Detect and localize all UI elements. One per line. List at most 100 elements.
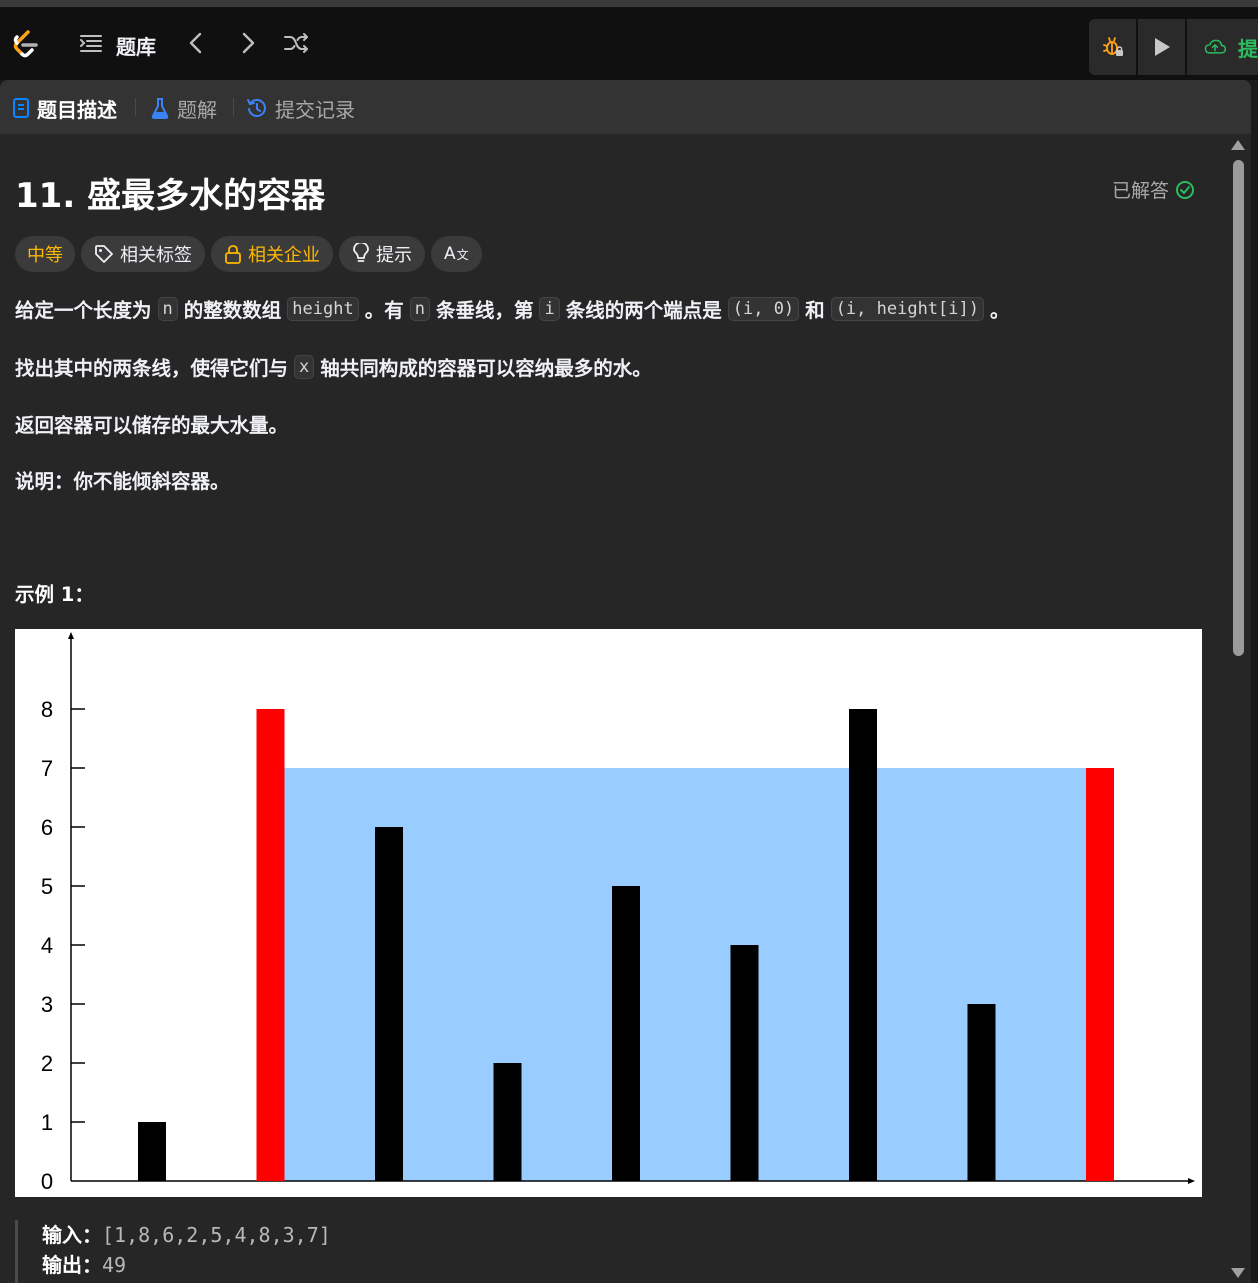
problem-tags: 中等 相关标签 相关企业 提示 A 文	[15, 236, 482, 272]
debug-icon	[1102, 37, 1123, 56]
inline-code: i	[539, 296, 560, 321]
tab-solutions-label: 题解	[177, 97, 217, 122]
y-tick-label: 3	[41, 992, 53, 1017]
translate-icon-glyph: 文	[456, 247, 469, 262]
desc-text: 。有	[364, 299, 404, 322]
desc-text: 条线的两个端点是	[565, 299, 722, 322]
shuffle-icon[interactable]	[282, 29, 310, 57]
window-top-strip	[0, 0, 1258, 7]
y-tick-label: 0	[41, 1169, 53, 1194]
highlighted-bar	[1086, 768, 1114, 1181]
flask-icon	[151, 98, 169, 119]
description-icon	[13, 98, 29, 118]
desc-text: 。	[989, 299, 1010, 322]
output-label: 输出：	[42, 1253, 102, 1277]
tab-description-label: 题目描述	[37, 97, 117, 122]
desc-text: 找出其中的两条线，使得它们与	[15, 357, 289, 380]
note-label: 说明：	[15, 470, 74, 493]
container-chart-svg: 0 1 2 3 4 5 6 7 8	[41, 632, 1195, 1194]
translate-icon: A	[444, 244, 456, 264]
lock-icon	[225, 245, 241, 264]
run-submit-group: 提	[1089, 19, 1258, 75]
y-tick-label: 2	[41, 1051, 53, 1076]
bar	[493, 1063, 522, 1181]
leetcode-logo[interactable]	[8, 27, 42, 61]
desc-text: 条垂线，第	[435, 299, 534, 322]
desc-text: 给定一个长度为	[15, 299, 152, 322]
desc-text: 轴共同构成的容器可以容纳最多的水。	[320, 357, 652, 380]
run-button[interactable]	[1138, 19, 1185, 75]
bar	[612, 886, 640, 1181]
hints-button[interactable]: 提示	[339, 236, 425, 272]
tag-icon	[95, 245, 113, 263]
desc-text: 和	[805, 299, 825, 322]
inline-code: height	[287, 296, 359, 321]
input-label: 输入：	[42, 1223, 102, 1247]
hints-label: 提示	[376, 245, 412, 266]
lightbulb-icon	[353, 243, 369, 262]
note-text: 你不能倾斜容器。	[73, 470, 230, 493]
problem-title: 11. 盛最多水的容器	[15, 176, 326, 216]
tab-divider	[135, 98, 136, 116]
top-navbar: 题库 提	[0, 7, 1258, 80]
example-chart: 0 1 2 3 4 5 6 7 8	[15, 629, 1202, 1197]
x-axis-arrow	[1188, 1178, 1195, 1184]
tab-submissions[interactable]: 提交记录	[246, 94, 355, 122]
chevron-right-icon[interactable]	[236, 29, 260, 57]
difficulty-badge: 中等	[15, 236, 75, 272]
solved-label: 已解答	[1112, 180, 1170, 202]
tab-description[interactable]: 题目描述	[12, 94, 117, 122]
description-paragraph-1: 给定一个长度为 n 的整数数组 height 。有 n 条垂线，第 i 条线的两…	[15, 294, 1010, 323]
topics-tag-label: 相关标签	[120, 245, 192, 266]
bar	[730, 945, 759, 1181]
y-tick-label: 8	[41, 697, 53, 722]
solved-status: 已解答	[1112, 176, 1195, 203]
panel-edge	[1251, 80, 1258, 1283]
description-note: 说明： 你不能倾斜容器。	[15, 465, 230, 494]
history-icon	[247, 99, 266, 117]
description-paragraph-3: 返回容器可以储存的最大水量。	[15, 414, 289, 437]
inline-code: x	[294, 354, 315, 379]
description-panel: 题目描述 题解 提交记录 11. 盛最多水的容器 已解答 中等 相关标签 相关企…	[0, 80, 1251, 1283]
list-icon[interactable]	[78, 29, 104, 57]
example-io-block: 输入：[1,8,6,2,5,4,8,3,7] 输出：49	[15, 1220, 1202, 1283]
scroll-up-arrow[interactable]	[1231, 140, 1245, 150]
cloud-upload-icon	[1204, 39, 1226, 54]
debug-button[interactable]	[1089, 19, 1136, 75]
bar	[849, 709, 877, 1181]
example-input: 输入：[1,8,6,2,5,4,8,3,7]	[42, 1220, 1202, 1250]
chevron-left-icon[interactable]	[184, 29, 208, 57]
example-output: 输出：49	[42, 1250, 1202, 1280]
companies-tag-button[interactable]: 相关企业	[211, 236, 333, 272]
scrollbar-thumb[interactable]	[1233, 160, 1244, 656]
inline-code: n	[409, 296, 430, 321]
y-tick-label: 5	[41, 874, 53, 899]
problem-list-link[interactable]: 题库	[116, 31, 156, 60]
tab-submissions-label: 提交记录	[275, 97, 355, 122]
inline-code: n	[157, 296, 178, 321]
tab-solutions[interactable]: 题解	[150, 94, 217, 122]
translate-button[interactable]: A文	[431, 236, 482, 272]
play-icon	[1154, 38, 1170, 56]
description-paragraph-2: 找出其中的两条线，使得它们与 x 轴共同构成的容器可以容纳最多的水。	[15, 352, 652, 381]
y-tick-label: 4	[41, 933, 53, 958]
y-tick-label: 1	[41, 1110, 53, 1135]
panel-tabbar: 题目描述 题解 提交记录	[0, 80, 1251, 134]
topics-tag-button[interactable]: 相关标签	[81, 236, 205, 272]
water-area	[284, 768, 1086, 1181]
output-value: 49	[102, 1253, 127, 1277]
bar	[375, 827, 403, 1181]
companies-tag-label: 相关企业	[248, 245, 320, 266]
inline-code: (i, 0)	[727, 296, 800, 321]
y-tick-label: 7	[41, 756, 53, 781]
example-title: 示例 1：	[15, 583, 94, 606]
submit-label: 提	[1238, 36, 1258, 61]
highlighted-bar	[256, 709, 285, 1181]
tab-divider	[233, 98, 234, 116]
check-circle-icon	[1176, 180, 1195, 199]
inline-code: (i, height[i])	[830, 296, 984, 321]
scroll-down-arrow[interactable]	[1231, 1268, 1245, 1278]
submit-button[interactable]: 提	[1187, 19, 1258, 75]
desc-text: 的整数数组	[183, 299, 282, 322]
y-tick-label: 6	[41, 815, 53, 840]
